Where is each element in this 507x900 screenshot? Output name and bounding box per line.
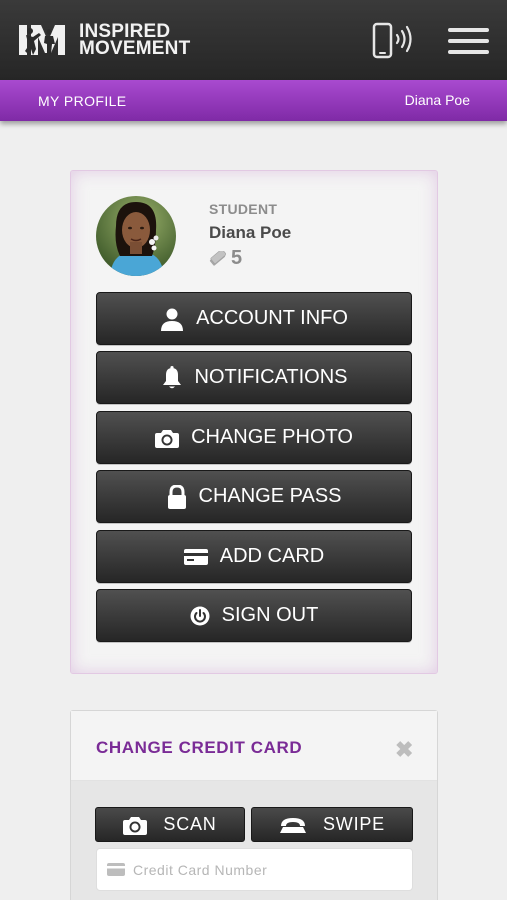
change-photo-button[interactable]: CHANGE PHOTO <box>96 411 412 464</box>
profile-card: STUDENT Diana Poe 5 ACCOUNT INFO NOTIFIC… <box>70 170 438 674</box>
credits-count: 5 <box>231 247 243 269</box>
button-label: SCAN <box>163 814 217 834</box>
card-reader-icon <box>279 817 306 833</box>
swipe-card-button[interactable]: SWIPE <box>251 807 413 842</box>
account-info-button[interactable]: ACCOUNT INFO <box>96 292 412 345</box>
lock-icon <box>167 484 186 509</box>
change-credit-card-panel: CHANGE CREDIT CARD ✖ SCAN SWIPE <box>70 710 438 900</box>
class-credits: 5 <box>209 247 242 270</box>
profile-subheader: MY PROFILE Diana Poe <box>0 80 507 121</box>
user-icon <box>161 308 184 331</box>
credit-card-icon <box>107 863 125 876</box>
menu-bar <box>448 28 489 32</box>
add-card-button[interactable]: ADD CARD <box>96 530 412 583</box>
phone-vibrate-icon[interactable] <box>372 22 416 60</box>
button-label: CHANGE PASS <box>198 485 342 507</box>
button-label: NOTIFICATIONS <box>194 366 348 388</box>
current-user-name[interactable]: Diana Poe <box>405 92 470 108</box>
close-icon[interactable]: ✖ <box>395 737 413 763</box>
profile-name: Diana Poe <box>209 223 292 242</box>
ticket-icon <box>209 251 226 266</box>
avatar[interactable] <box>96 196 176 276</box>
menu-bar <box>448 39 489 43</box>
change-password-button[interactable]: CHANGE PASS <box>96 470 412 523</box>
menu-bar <box>448 50 489 54</box>
power-icon <box>190 606 210 625</box>
logo-wordmark: INSPIRED MOVEMENT <box>79 22 191 59</box>
hamburger-menu-icon[interactable] <box>448 28 489 54</box>
panel-header: CHANGE CREDIT CARD ✖ <box>71 711 437 781</box>
camera-icon <box>155 429 180 448</box>
credit-card-number-field[interactable] <box>96 848 413 891</box>
logo-line-2: MOVEMENT <box>79 38 191 59</box>
sign-out-button[interactable]: SIGN OUT <box>96 589 412 642</box>
inspired-movement-logo[interactable]: IM INSPIRED MOVEMENT <box>19 22 190 58</box>
section-title: MY PROFILE <box>38 93 127 109</box>
credit-card-number-input[interactable] <box>133 861 403 878</box>
camera-icon <box>123 816 148 835</box>
notifications-button[interactable]: NOTIFICATIONS <box>96 351 412 404</box>
logo-monogram: IM <box>19 23 77 57</box>
panel-title: CHANGE CREDIT CARD <box>96 738 303 757</box>
button-label: ACCOUNT INFO <box>196 307 348 329</box>
credit-card-icon <box>183 548 208 565</box>
user-role: STUDENT <box>209 201 278 217</box>
button-label: SIGN OUT <box>221 604 319 626</box>
button-label: ADD CARD <box>219 545 325 567</box>
scan-card-button[interactable]: SCAN <box>95 807 245 842</box>
top-app-bar: IM INSPIRED MOVEMENT <box>0 0 507 80</box>
button-label: CHANGE PHOTO <box>191 426 353 448</box>
bell-icon <box>162 365 181 388</box>
button-label: SWIPE <box>322 814 385 834</box>
